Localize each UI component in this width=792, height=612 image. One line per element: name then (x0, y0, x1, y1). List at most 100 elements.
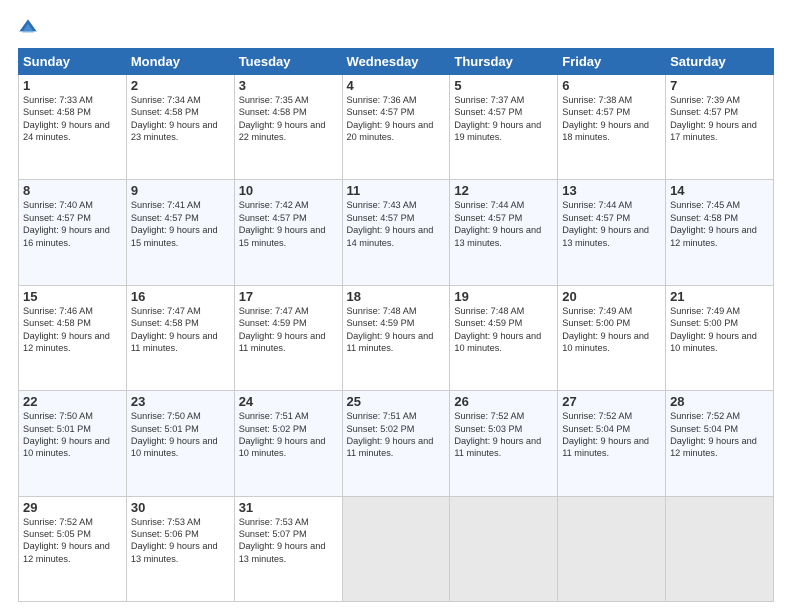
day-number: 25 (347, 394, 446, 409)
day-info: Sunrise: 7:35 AM Sunset: 4:58 PM Dayligh… (239, 94, 338, 144)
day-number: 23 (131, 394, 230, 409)
daylight-label: Daylight: 9 hours and 10 minutes. (239, 436, 326, 458)
calendar-cell: 26 Sunrise: 7:52 AM Sunset: 5:03 PM Dayl… (450, 391, 558, 496)
day-info: Sunrise: 7:44 AM Sunset: 4:57 PM Dayligh… (454, 199, 553, 249)
sunrise-label: Sunrise: 7:52 AM (562, 411, 632, 421)
day-info: Sunrise: 7:52 AM Sunset: 5:04 PM Dayligh… (670, 410, 769, 460)
sunrise-label: Sunrise: 7:52 AM (670, 411, 740, 421)
calendar-cell: 12 Sunrise: 7:44 AM Sunset: 4:57 PM Dayl… (450, 180, 558, 285)
calendar-header-thursday: Thursday (450, 49, 558, 75)
daylight-label: Daylight: 9 hours and 12 minutes. (23, 331, 110, 353)
daylight-label: Daylight: 9 hours and 11 minutes. (239, 331, 326, 353)
daylight-label: Daylight: 9 hours and 23 minutes. (131, 120, 218, 142)
day-number: 13 (562, 183, 661, 198)
calendar: SundayMondayTuesdayWednesdayThursdayFrid… (18, 48, 774, 602)
sunrise-label: Sunrise: 7:47 AM (131, 306, 201, 316)
daylight-label: Daylight: 9 hours and 13 minutes. (131, 541, 218, 563)
daylight-label: Daylight: 9 hours and 13 minutes. (562, 225, 649, 247)
daylight-label: Daylight: 9 hours and 17 minutes. (670, 120, 757, 142)
daylight-label: Daylight: 9 hours and 18 minutes. (562, 120, 649, 142)
sunset-label: Sunset: 5:05 PM (23, 529, 91, 539)
sunrise-label: Sunrise: 7:34 AM (131, 95, 201, 105)
calendar-cell: 18 Sunrise: 7:48 AM Sunset: 4:59 PM Dayl… (342, 285, 450, 390)
sunset-label: Sunset: 5:01 PM (23, 424, 91, 434)
sunrise-label: Sunrise: 7:51 AM (347, 411, 417, 421)
sunrise-label: Sunrise: 7:47 AM (239, 306, 309, 316)
sunrise-label: Sunrise: 7:41 AM (131, 200, 201, 210)
day-info: Sunrise: 7:51 AM Sunset: 5:02 PM Dayligh… (239, 410, 338, 460)
calendar-header-friday: Friday (558, 49, 666, 75)
sunset-label: Sunset: 4:57 PM (562, 213, 630, 223)
sunset-label: Sunset: 4:57 PM (131, 213, 199, 223)
day-info: Sunrise: 7:50 AM Sunset: 5:01 PM Dayligh… (23, 410, 122, 460)
day-number: 9 (131, 183, 230, 198)
sunrise-label: Sunrise: 7:44 AM (454, 200, 524, 210)
daylight-label: Daylight: 9 hours and 20 minutes. (347, 120, 434, 142)
day-number: 12 (454, 183, 553, 198)
calendar-cell: 4 Sunrise: 7:36 AM Sunset: 4:57 PM Dayli… (342, 75, 450, 180)
calendar-cell: 30 Sunrise: 7:53 AM Sunset: 5:06 PM Dayl… (126, 496, 234, 601)
daylight-label: Daylight: 9 hours and 14 minutes. (347, 225, 434, 247)
calendar-cell: 24 Sunrise: 7:51 AM Sunset: 5:02 PM Dayl… (234, 391, 342, 496)
sunrise-label: Sunrise: 7:53 AM (239, 517, 309, 527)
day-info: Sunrise: 7:41 AM Sunset: 4:57 PM Dayligh… (131, 199, 230, 249)
sunset-label: Sunset: 4:57 PM (347, 213, 415, 223)
calendar-header-row: SundayMondayTuesdayWednesdayThursdayFrid… (19, 49, 774, 75)
calendar-header-sunday: Sunday (19, 49, 127, 75)
calendar-cell: 21 Sunrise: 7:49 AM Sunset: 5:00 PM Dayl… (666, 285, 774, 390)
day-info: Sunrise: 7:49 AM Sunset: 5:00 PM Dayligh… (670, 305, 769, 355)
day-info: Sunrise: 7:47 AM Sunset: 4:58 PM Dayligh… (131, 305, 230, 355)
logo (18, 18, 46, 38)
sunset-label: Sunset: 4:58 PM (131, 107, 199, 117)
sunrise-label: Sunrise: 7:42 AM (239, 200, 309, 210)
logo-icon (18, 18, 38, 38)
day-number: 26 (454, 394, 553, 409)
sunrise-label: Sunrise: 7:51 AM (239, 411, 309, 421)
day-info: Sunrise: 7:53 AM Sunset: 5:06 PM Dayligh… (131, 516, 230, 566)
daylight-label: Daylight: 9 hours and 11 minutes. (562, 436, 649, 458)
daylight-label: Daylight: 9 hours and 13 minutes. (454, 225, 541, 247)
sunrise-label: Sunrise: 7:48 AM (454, 306, 524, 316)
calendar-cell: 5 Sunrise: 7:37 AM Sunset: 4:57 PM Dayli… (450, 75, 558, 180)
day-number: 21 (670, 289, 769, 304)
sunrise-label: Sunrise: 7:49 AM (670, 306, 740, 316)
sunset-label: Sunset: 5:01 PM (131, 424, 199, 434)
calendar-cell: 27 Sunrise: 7:52 AM Sunset: 5:04 PM Dayl… (558, 391, 666, 496)
daylight-label: Daylight: 9 hours and 15 minutes. (239, 225, 326, 247)
sunrise-label: Sunrise: 7:46 AM (23, 306, 93, 316)
calendar-cell: 15 Sunrise: 7:46 AM Sunset: 4:58 PM Dayl… (19, 285, 127, 390)
day-number: 20 (562, 289, 661, 304)
day-info: Sunrise: 7:48 AM Sunset: 4:59 PM Dayligh… (454, 305, 553, 355)
daylight-label: Daylight: 9 hours and 15 minutes. (131, 225, 218, 247)
calendar-cell: 13 Sunrise: 7:44 AM Sunset: 4:57 PM Dayl… (558, 180, 666, 285)
day-number: 29 (23, 500, 122, 515)
sunrise-label: Sunrise: 7:52 AM (454, 411, 524, 421)
calendar-cell: 17 Sunrise: 7:47 AM Sunset: 4:59 PM Dayl… (234, 285, 342, 390)
sunrise-label: Sunrise: 7:37 AM (454, 95, 524, 105)
sunrise-label: Sunrise: 7:45 AM (670, 200, 740, 210)
daylight-label: Daylight: 9 hours and 10 minutes. (131, 436, 218, 458)
day-number: 27 (562, 394, 661, 409)
day-number: 28 (670, 394, 769, 409)
day-info: Sunrise: 7:33 AM Sunset: 4:58 PM Dayligh… (23, 94, 122, 144)
calendar-header-tuesday: Tuesday (234, 49, 342, 75)
sunset-label: Sunset: 4:58 PM (670, 213, 738, 223)
sunset-label: Sunset: 4:58 PM (131, 318, 199, 328)
calendar-cell: 29 Sunrise: 7:52 AM Sunset: 5:05 PM Dayl… (19, 496, 127, 601)
day-number: 18 (347, 289, 446, 304)
calendar-cell: 7 Sunrise: 7:39 AM Sunset: 4:57 PM Dayli… (666, 75, 774, 180)
daylight-label: Daylight: 9 hours and 19 minutes. (454, 120, 541, 142)
daylight-label: Daylight: 9 hours and 22 minutes. (239, 120, 326, 142)
day-info: Sunrise: 7:48 AM Sunset: 4:59 PM Dayligh… (347, 305, 446, 355)
sunset-label: Sunset: 4:57 PM (670, 107, 738, 117)
daylight-label: Daylight: 9 hours and 10 minutes. (454, 331, 541, 353)
daylight-label: Daylight: 9 hours and 10 minutes. (562, 331, 649, 353)
calendar-cell: 19 Sunrise: 7:48 AM Sunset: 4:59 PM Dayl… (450, 285, 558, 390)
day-info: Sunrise: 7:50 AM Sunset: 5:01 PM Dayligh… (131, 410, 230, 460)
daylight-label: Daylight: 9 hours and 11 minutes. (347, 331, 434, 353)
sunrise-label: Sunrise: 7:35 AM (239, 95, 309, 105)
sunset-label: Sunset: 4:57 PM (562, 107, 630, 117)
sunrise-label: Sunrise: 7:53 AM (131, 517, 201, 527)
daylight-label: Daylight: 9 hours and 11 minutes. (454, 436, 541, 458)
calendar-cell: 6 Sunrise: 7:38 AM Sunset: 4:57 PM Dayli… (558, 75, 666, 180)
